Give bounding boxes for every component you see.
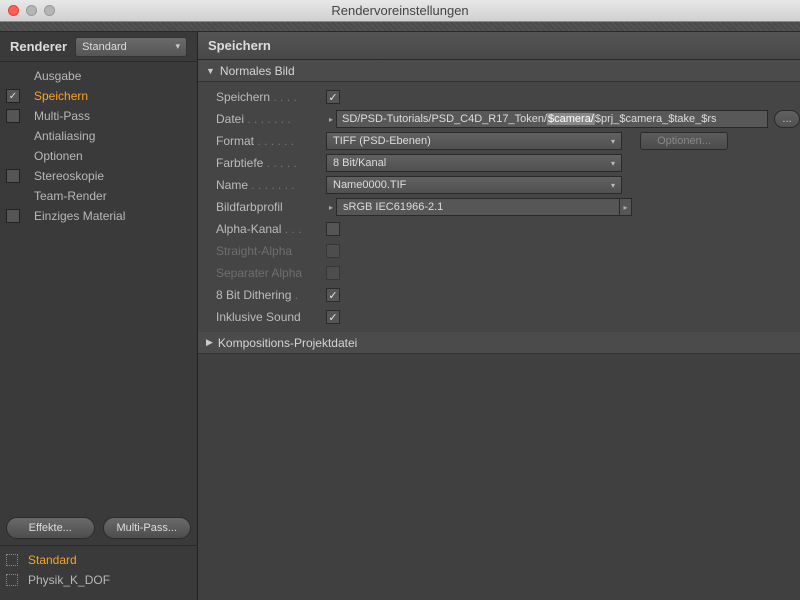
group-header[interactable]: ▼ Normales Bild <box>198 60 800 82</box>
alpha-checkbox[interactable] <box>326 222 340 236</box>
group-normal-image: ▼ Normales Bild Speichern . . . . ✓ Date… <box>198 60 800 332</box>
format-dropdown[interactable]: TIFF (PSD-Ebenen)▾ <box>326 132 622 150</box>
chevron-down-icon: ▾ <box>611 159 615 168</box>
dithering-label: 8 Bit Dithering <box>216 288 291 302</box>
name-dropdown[interactable]: Name0000.TIF▾ <box>326 176 622 194</box>
sidebar: Renderer Standard ▾ Ausgabe ✓ Speichern Mul… <box>0 32 198 600</box>
sidebar-item-label: Einziges Material <box>34 209 125 223</box>
sidebar-buttons: Effekte... Multi-Pass... <box>0 511 197 545</box>
sidebar-item-label: Multi-Pass <box>34 109 90 123</box>
depth-dropdown[interactable]: 8 Bit/Kanal▾ <box>326 154 622 172</box>
chevron-right-icon: ▸ <box>326 115 336 124</box>
menubar-strip <box>0 22 800 32</box>
nav-list: Ausgabe ✓ Speichern Multi-Pass Antialiasing O… <box>0 62 197 230</box>
titlebar: Rendervoreinstellungen <box>0 0 800 22</box>
straight-alpha-checkbox <box>326 244 340 258</box>
save-checkbox[interactable]: ✓ <box>326 90 340 104</box>
renderer-row: Renderer Standard ▾ <box>0 32 197 62</box>
file-browse-button[interactable]: ... <box>774 110 800 128</box>
save-label: Speichern <box>216 90 270 104</box>
renderer-dropdown[interactable]: Standard ▾ <box>75 37 187 57</box>
multipass-button[interactable]: Multi-Pass... <box>103 517 192 539</box>
sidebar-item[interactable]: Team-Render <box>0 186 197 206</box>
preset-item[interactable]: Physik_K_DOF <box>0 570 197 590</box>
alpha-label: Alpha-Kanal <box>216 222 281 236</box>
renderer-label: Renderer <box>10 39 67 54</box>
sidebar-item[interactable]: ✓ Speichern <box>0 86 197 106</box>
file-path-input[interactable]: SD/PSD-Tutorials/PSD_C4D_R17_Token/$came… <box>336 110 768 128</box>
chevron-down-icon: ▾ <box>611 181 615 190</box>
sidebar-checkbox[interactable] <box>6 149 20 163</box>
sidebar-checkbox[interactable] <box>6 129 20 143</box>
group-composition-header[interactable]: ▶ Kompositions-Projektdatei <box>198 332 800 354</box>
sidebar-item[interactable]: Ausgabe <box>0 66 197 86</box>
sidebar-item-label: Antialiasing <box>34 129 95 143</box>
sidebar-checkbox[interactable] <box>6 69 20 83</box>
effects-button[interactable]: Effekte... <box>6 517 95 539</box>
preset-list: Standard Physik_K_DOF <box>0 545 197 600</box>
sidebar-item[interactable]: Antialiasing <box>0 126 197 146</box>
window-title: Rendervoreinstellungen <box>0 3 800 18</box>
profile-label: Bildfarbprofil <box>216 200 283 214</box>
depth-label: Farbtiefe <box>216 156 263 170</box>
sidebar-checkbox[interactable] <box>6 109 20 123</box>
preset-icon <box>6 554 18 566</box>
preset-label: Physik_K_DOF <box>28 573 110 587</box>
disclosure-down-icon: ▼ <box>206 66 215 76</box>
sidebar-item-label: Ausgabe <box>34 69 81 83</box>
content-panel: Speichern ▼ Normales Bild Speichern . . … <box>198 32 800 600</box>
options-button[interactable]: Optionen... <box>640 132 728 150</box>
preset-item[interactable]: Standard <box>0 550 197 570</box>
separate-alpha-checkbox <box>326 266 340 280</box>
sidebar-item-label: Speichern <box>34 89 88 103</box>
disclosure-right-icon: ▶ <box>206 337 213 348</box>
sound-checkbox[interactable]: ✓ <box>326 310 340 324</box>
sidebar-checkbox[interactable] <box>6 189 20 203</box>
chevron-down-icon: ▾ <box>611 137 615 146</box>
file-label: Datei <box>216 112 244 126</box>
sidebar-item-label: Stereoskopie <box>34 169 104 183</box>
preset-label: Standard <box>28 553 77 567</box>
sidebar-item[interactable]: Optionen <box>0 146 197 166</box>
sidebar-checkbox[interactable] <box>6 209 20 223</box>
sidebar-checkbox[interactable] <box>6 169 20 183</box>
straight-alpha-label: Straight-Alpha <box>216 244 292 258</box>
chevron-down-icon: ▾ <box>175 41 180 52</box>
color-profile-field[interactable]: sRGB IEC61966-2.1 <box>336 198 620 216</box>
dithering-checkbox[interactable]: ✓ <box>326 288 340 302</box>
sidebar-item[interactable]: Multi-Pass <box>0 106 197 126</box>
preset-icon <box>6 574 18 586</box>
sound-label: Inklusive Sound <box>216 310 301 324</box>
profile-menu-button[interactable]: ▸ <box>620 198 632 216</box>
sidebar-checkbox[interactable]: ✓ <box>6 89 20 103</box>
format-label: Format <box>216 134 254 148</box>
sidebar-item-label: Team-Render <box>34 189 107 203</box>
sidebar-item[interactable]: Stereoskopie <box>0 166 197 186</box>
renderer-value: Standard <box>82 41 127 53</box>
separate-alpha-label: Separater Alpha <box>216 266 302 280</box>
chevron-right-icon: ▸ <box>326 203 336 212</box>
name-label: Name <box>216 178 248 192</box>
sidebar-item-label: Optionen <box>34 149 83 163</box>
sidebar-item[interactable]: Einziges Material <box>0 206 197 226</box>
section-title: Speichern <box>198 32 800 60</box>
